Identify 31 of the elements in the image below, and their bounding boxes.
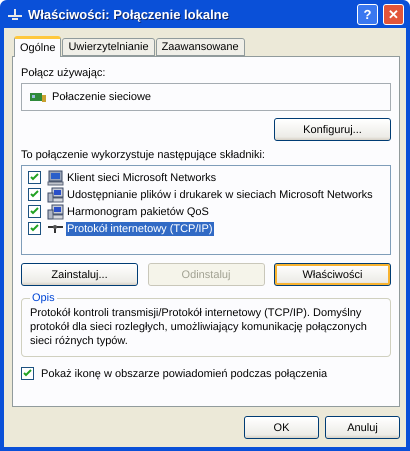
computer-icon (47, 204, 64, 220)
computer-icon (47, 186, 64, 202)
tab[interactable]: Uwierzytelnianie (62, 38, 155, 56)
checkbox[interactable] (21, 367, 34, 380)
help-button[interactable]: ? (357, 4, 378, 24)
configure-button[interactable]: Konfiguruj... (274, 118, 391, 141)
action-button[interactable]: Zainstaluj... (21, 263, 138, 286)
close-button[interactable]: ✕ (383, 4, 404, 24)
list-label: To połączenie wykorzystuje następujące składniki: (21, 149, 266, 161)
list-item[interactable]: Harmonogram pakietów QoS (66, 204, 210, 218)
tab[interactable]: Zaawansowane (156, 38, 245, 56)
list-item[interactable]: Klient sieci Microsoft Networks (66, 170, 218, 184)
checkbox[interactable] (28, 188, 41, 201)
dialog-button[interactable]: OK (244, 416, 319, 439)
dialog-button[interactable]: Anuluj (325, 416, 400, 439)
computer-icon (47, 170, 64, 186)
checkbox[interactable] (28, 171, 41, 184)
checkbox-label: Pokaż ikonę w obszarze powiadomień podczas połączenia (41, 368, 328, 380)
adapter-name: Połaczenie sieciowe (52, 91, 152, 103)
checkbox[interactable] (28, 205, 41, 218)
window-title: Właściwości: Połączenie lokalne (28, 6, 230, 22)
action-button[interactable]: Właściwości (274, 263, 391, 286)
field-label: Połącz używając: (21, 67, 106, 79)
network-icon (7, 7, 23, 21)
checkbox[interactable] (28, 222, 41, 235)
list-item[interactable]: Udostępnianie plików i drukarek w sieciach Microsoft Networks (66, 188, 374, 202)
description-text: Protokół kontroli transmisji/Protokół internetowy (TCP/IP). Domyślny protokół dla sieci rozległych, umożliwiający komunikację połączonych sieci różnych typów. (30, 306, 368, 348)
group-legend: Opis (30, 292, 57, 304)
network-card-icon (30, 92, 46, 102)
tab[interactable]: Ogólne (14, 36, 62, 57)
list-item[interactable]: Protokół internetowy (TCP/IP) (66, 222, 214, 236)
